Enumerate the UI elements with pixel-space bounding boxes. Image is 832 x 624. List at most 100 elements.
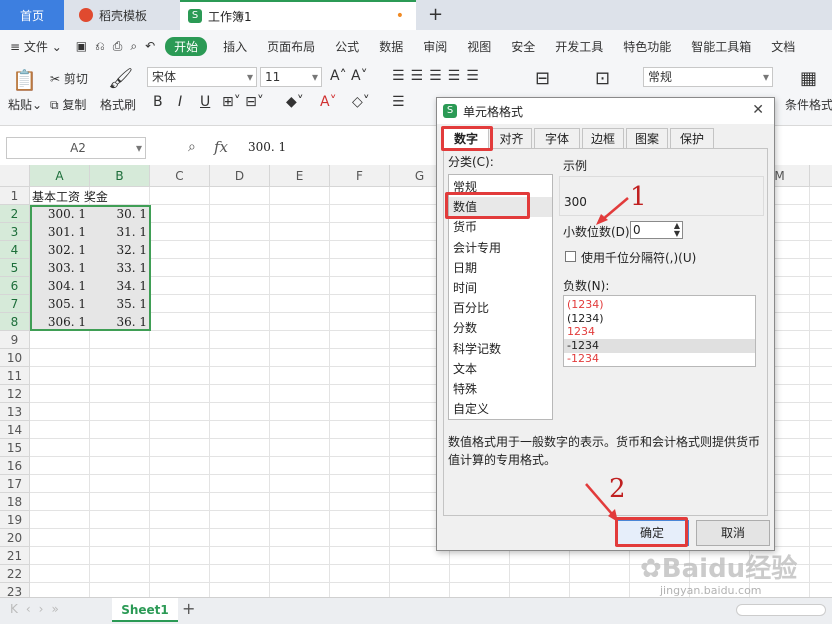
- undo-history-icon[interactable]: ⎌: [91, 39, 109, 54]
- format-painter-icon[interactable]: 🖌: [108, 66, 133, 90]
- tab-template[interactable]: 稻壳模板: [67, 0, 175, 30]
- dialog-title-bar[interactable]: S 单元格格式 ✕: [437, 98, 774, 124]
- row-header-11[interactable]: 11: [0, 367, 30, 385]
- file-menu[interactable]: ≡ 文件 ⌄: [0, 38, 72, 55]
- negative-format-3[interactable]: -1234: [564, 338, 755, 353]
- cell-a1[interactable]: 基本工资: [32, 190, 80, 204]
- font-name-select[interactable]: 宋体 ▾: [147, 67, 257, 87]
- underline-icon[interactable]: U: [200, 94, 210, 110]
- menu-document[interactable]: 文档: [761, 38, 805, 55]
- column-header-f[interactable]: F: [330, 165, 390, 187]
- merge-icon[interactable]: ⊟: [535, 68, 550, 89]
- category-item-6[interactable]: 百分比: [449, 298, 552, 318]
- corner-select-all[interactable]: [0, 165, 30, 187]
- menu-security[interactable]: 安全: [501, 38, 545, 55]
- add-sheet-button[interactable]: +: [182, 599, 195, 618]
- row-header-15[interactable]: 15: [0, 439, 30, 457]
- menu-page-layout[interactable]: 页面布局: [257, 38, 325, 55]
- sheet-nav-icons[interactable]: K‹›»: [10, 602, 67, 616]
- row-header-12[interactable]: 12: [0, 385, 30, 403]
- clear-icon[interactable]: ◇˅: [352, 94, 370, 110]
- row-header-1[interactable]: 1: [0, 187, 30, 205]
- dialog-tab-1[interactable]: 对齐: [491, 128, 532, 148]
- row-header-3[interactable]: 3: [0, 223, 30, 241]
- paste-icon[interactable]: 📋: [12, 68, 37, 92]
- category-item-8[interactable]: 科学记数: [449, 339, 552, 359]
- category-item-7[interactable]: 分数: [449, 318, 552, 338]
- column-header-c[interactable]: C: [150, 165, 210, 187]
- row-header-23[interactable]: 23: [0, 583, 30, 597]
- fx-button[interactable]: fx: [214, 138, 228, 156]
- print-icon[interactable]: ⎙: [109, 39, 127, 54]
- row-header-5[interactable]: 5: [0, 259, 30, 277]
- close-icon[interactable]: ✕: [752, 102, 764, 118]
- bold-icon[interactable]: B: [153, 94, 163, 110]
- row-header-10[interactable]: 10: [0, 349, 30, 367]
- row-header-9[interactable]: 9: [0, 331, 30, 349]
- cell-b1[interactable]: 奖金: [84, 190, 108, 204]
- column-header-e[interactable]: E: [270, 165, 330, 187]
- dialog-tab-4[interactable]: 图案: [626, 128, 668, 148]
- negative-format-2[interactable]: 1234: [564, 325, 755, 339]
- row-header-7[interactable]: 7: [0, 295, 30, 313]
- italic-icon[interactable]: I: [178, 94, 182, 110]
- menu-start[interactable]: 开始: [165, 36, 208, 56]
- align-icons[interactable]: ☰☰☰☰☰: [392, 68, 485, 84]
- dialog-tab-5[interactable]: 保护: [670, 128, 714, 148]
- menu-review[interactable]: 审阅: [413, 38, 457, 55]
- formula-input[interactable]: 300. 1: [248, 140, 286, 154]
- wrap-icon[interactable]: ⊡: [595, 68, 610, 89]
- dialog-tab-2[interactable]: 字体: [534, 128, 580, 148]
- category-item-11[interactable]: 自定义: [449, 399, 552, 419]
- menu-formula[interactable]: 公式: [325, 38, 369, 55]
- menu-features[interactable]: 特色功能: [613, 38, 681, 55]
- menu-insert[interactable]: 插入: [213, 38, 257, 55]
- row-header-6[interactable]: 6: [0, 277, 30, 295]
- tab-home[interactable]: 首页: [0, 0, 64, 30]
- undo-icon[interactable]: ↶: [141, 39, 159, 53]
- row-header-8[interactable]: 8: [0, 313, 30, 331]
- copy-button[interactable]: ⧉ 复制: [50, 96, 86, 113]
- row-header-18[interactable]: 18: [0, 493, 30, 511]
- menu-developer[interactable]: 开发工具: [545, 38, 613, 55]
- row-header-20[interactable]: 20: [0, 529, 30, 547]
- category-item-3[interactable]: 会计专用: [449, 238, 552, 258]
- row-header-21[interactable]: 21: [0, 547, 30, 565]
- row-header-13[interactable]: 13: [0, 403, 30, 421]
- row-header-14[interactable]: 14: [0, 421, 30, 439]
- category-item-4[interactable]: 日期: [449, 258, 552, 278]
- cut-button[interactable]: ✂ 剪切: [50, 70, 88, 87]
- font-color-icon[interactable]: A˅: [320, 94, 337, 110]
- thousands-checkbox[interactable]: [565, 251, 576, 262]
- number-format-select[interactable]: 常规 ▾: [643, 67, 773, 87]
- paste-button[interactable]: 粘贴⌄: [8, 96, 42, 113]
- cancel-button[interactable]: 取消: [696, 520, 770, 546]
- tab-workbook[interactable]: S 工作簿1 •: [180, 0, 416, 30]
- zoom-icon[interactable]: ⌕: [188, 139, 196, 155]
- category-item-9[interactable]: 文本: [449, 359, 552, 379]
- fill-color-icon[interactable]: ◆˅: [286, 94, 304, 110]
- row-header-4[interactable]: 4: [0, 241, 30, 259]
- column-header-d[interactable]: D: [210, 165, 270, 187]
- row-header-16[interactable]: 16: [0, 457, 30, 475]
- category-item-2[interactable]: 货币: [449, 217, 552, 237]
- dialog-tab-3[interactable]: 边框: [582, 128, 624, 148]
- horizontal-scrollbar[interactable]: [736, 604, 826, 616]
- negative-format-0[interactable]: (1234): [564, 298, 755, 312]
- column-header-n[interactable]: N: [810, 165, 832, 187]
- border-icon[interactable]: ⊞˅ ⊟˅: [222, 94, 264, 110]
- row-header-19[interactable]: 19: [0, 511, 30, 529]
- font-size-select[interactable]: 11 ▾: [260, 67, 322, 87]
- column-header-a[interactable]: A: [30, 165, 90, 187]
- row-header-22[interactable]: 22: [0, 565, 30, 583]
- category-item-5[interactable]: 时间: [449, 278, 552, 298]
- align-left-icon[interactable]: ☰: [392, 94, 405, 110]
- new-tab-button[interactable]: +: [428, 4, 443, 25]
- save-icon[interactable]: ▣: [72, 39, 91, 53]
- row-header-2[interactable]: 2: [0, 205, 30, 223]
- font-grow-icon[interactable]: A˄ A˅: [330, 68, 368, 84]
- conditional-format-button[interactable]: 条件格式: [785, 96, 832, 113]
- conditional-format-icon[interactable]: ▦: [800, 68, 817, 89]
- negative-format-1[interactable]: (1234): [564, 312, 755, 326]
- format-painter-button[interactable]: 格式刷: [100, 96, 136, 113]
